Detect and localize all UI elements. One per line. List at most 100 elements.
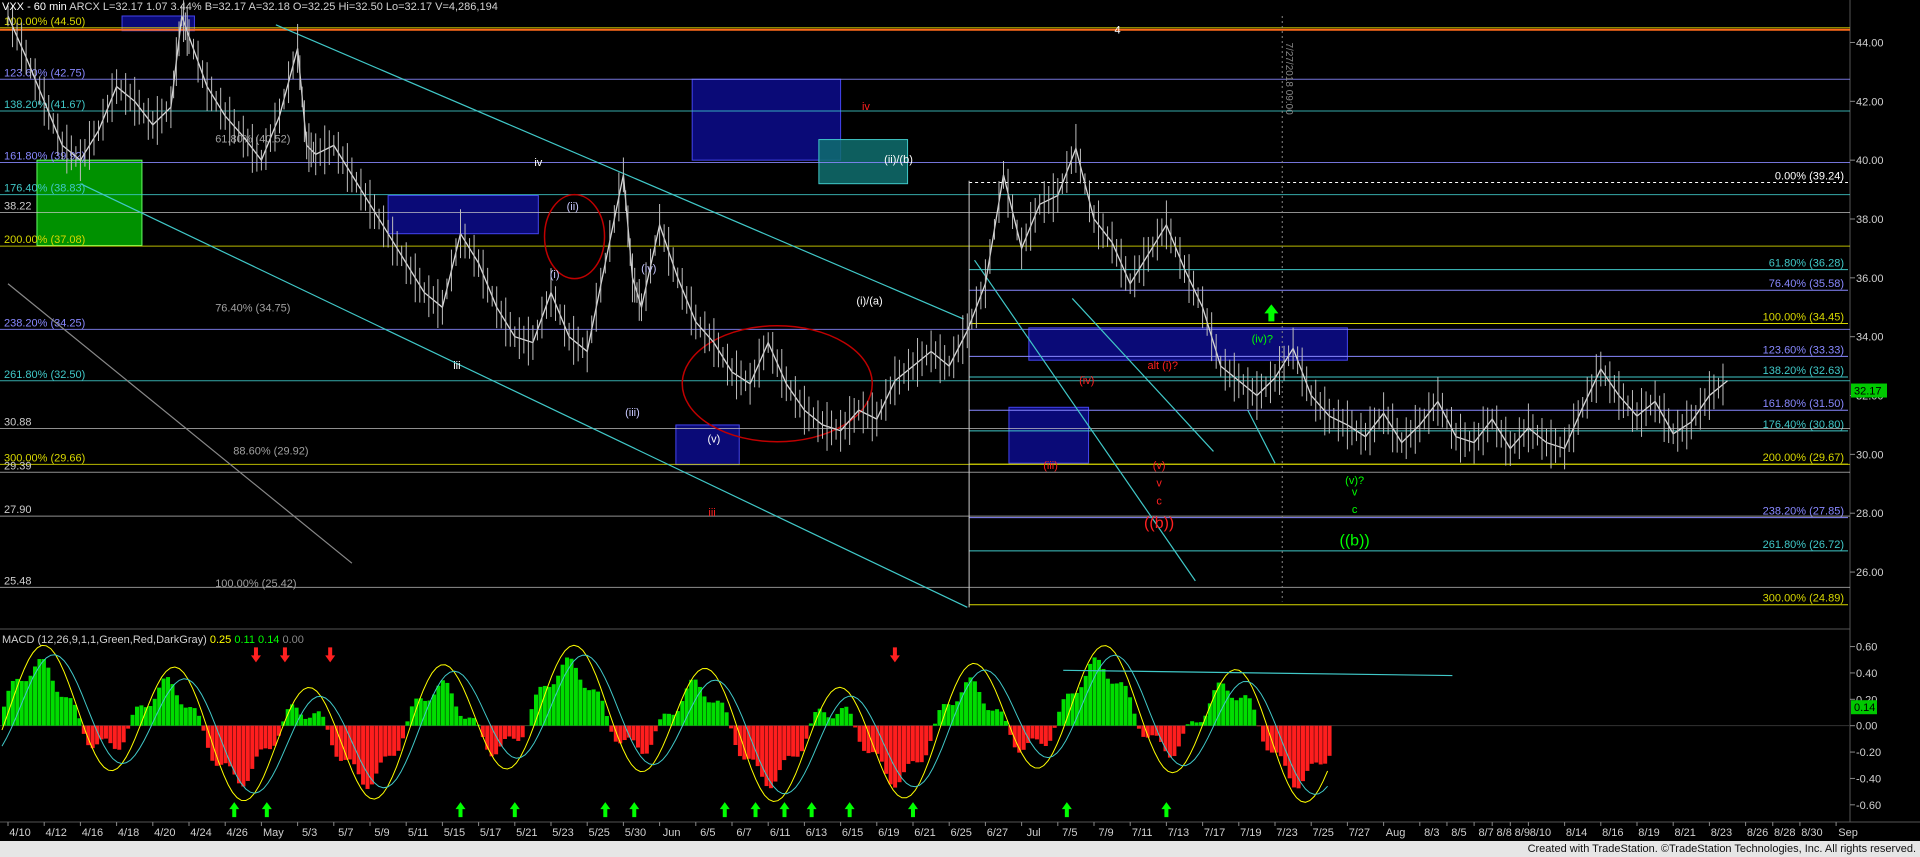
macd-bar [933, 723, 937, 726]
macd-bar [893, 725, 898, 788]
macd-bar [520, 725, 525, 738]
wave-label: iii [708, 507, 715, 519]
macd-bar [1061, 699, 1066, 726]
macd-bar [458, 715, 463, 726]
macd-bar [689, 679, 694, 726]
macd-bar [1243, 695, 1248, 726]
fib-label: 100.00% (34.45) [1763, 311, 1844, 323]
x-tick-label: 8/16 [1602, 827, 1623, 839]
macd-bar [862, 725, 867, 751]
last-price-label: 32.17 [1854, 386, 1882, 398]
macd-bar [502, 725, 507, 739]
fib-label: 138.20% (32.63) [1763, 365, 1844, 377]
macd-bar [1300, 725, 1305, 782]
wave-label: (iv)? [1252, 334, 1273, 346]
wave-label: c [1156, 495, 1162, 507]
price-chart[interactable]: 100.00% (44.50)123.60% (42.75)138.20% (4… [0, 0, 1920, 857]
macd-bar [560, 664, 565, 726]
x-tick-label: 7/17 [1204, 827, 1225, 839]
open: O=32.25 [292, 1, 336, 13]
wave-label: (iv) [1079, 375, 1094, 387]
wave-label: (iii) [1043, 460, 1058, 472]
x-tick-label: 8/21 [1674, 827, 1695, 839]
macd-tick-label: -0.60 [1856, 800, 1881, 812]
macd-bar [1318, 725, 1323, 765]
macd-bar [848, 713, 853, 726]
macd-bar [1265, 725, 1270, 751]
macd-bar [591, 689, 596, 726]
x-tick-label: Jun [663, 827, 681, 839]
macd-bar [919, 725, 924, 763]
macd-bar [254, 725, 259, 757]
fib-label: 61.80% (36.28) [1769, 258, 1844, 270]
x-tick-label: 5/3 [302, 827, 317, 839]
x-tick-label: 4/10 [9, 827, 30, 839]
x-tick-label: 5/17 [480, 827, 501, 839]
x-tick-label: 8/10 [1530, 827, 1551, 839]
macd-bar [174, 695, 179, 726]
macd-bar [130, 714, 135, 726]
x-tick-label: 4/12 [45, 827, 66, 839]
ask: A=32.18 [248, 1, 290, 13]
x-tick-label: 5/30 [625, 827, 646, 839]
x-tick-label: 8/9 [1515, 827, 1530, 839]
bid: B=32.17 [204, 1, 247, 13]
wave-label: (i)/(a) [856, 295, 882, 307]
fib-label: 176.40% (30.80) [1763, 419, 1844, 431]
macd-bar [839, 708, 844, 726]
x-tick-label: 7/9 [1098, 827, 1113, 839]
y-tick-label: 26.00 [1856, 567, 1884, 579]
x-tick-label: 4/18 [118, 827, 139, 839]
wave-label: alt (i)? [1147, 360, 1178, 372]
macd-bar [906, 725, 911, 764]
fib-label: 161.80% (31.50) [1763, 398, 1844, 410]
macd-bar [41, 659, 46, 726]
macd-bar [1172, 725, 1177, 757]
macd-bar [454, 706, 459, 726]
macd-bar [573, 667, 578, 726]
macd-bar [1252, 709, 1257, 726]
macd-bar [516, 725, 521, 741]
copyright-text: Created with TradeStation. ©TradeStation… [1527, 843, 1916, 855]
macd-bar [374, 725, 379, 774]
macd-bar [569, 658, 574, 726]
macd-label: MACD (12,26,9,1,1,Green,Red,DarkGray) [2, 634, 207, 646]
macd-bar [1039, 725, 1044, 744]
macd-bar [436, 685, 441, 726]
x-tick-label: 5/9 [374, 827, 389, 839]
x-tick-label: 4/20 [154, 827, 175, 839]
y-tick-label: 36.00 [1856, 273, 1884, 285]
macd-bar [596, 691, 601, 726]
macd-bar [937, 710, 942, 726]
macd-bar [33, 666, 38, 726]
macd-bar [1190, 721, 1195, 726]
macd-bar [1132, 713, 1137, 726]
y-tick-label: 40.00 [1856, 155, 1884, 167]
macd-bar [392, 725, 397, 756]
macd-bar [995, 709, 1000, 726]
macd-bar [1048, 725, 1053, 741]
x-tick-label: 6/11 [770, 827, 791, 839]
macd-bar [241, 725, 246, 787]
x-tick-label: 8/5 [1451, 827, 1466, 839]
macd-bar [228, 725, 233, 767]
macd-bar [1101, 668, 1106, 726]
macd-bar [24, 681, 29, 726]
macd-bar [1083, 675, 1088, 726]
fib-label: 100.00% (25.42) [215, 578, 296, 590]
macd-bar [219, 725, 224, 765]
x-tick-label: 5/11 [408, 827, 429, 839]
x-tick-label: 5/25 [588, 827, 609, 839]
wave-label: iii [453, 360, 460, 372]
fib-label: 261.80% (26.72) [1763, 539, 1844, 551]
macd-value-3: 0.14 [258, 634, 280, 646]
macd-bar [578, 679, 583, 726]
macd-bar [383, 725, 388, 757]
macd-tick-label: 0.40 [1856, 668, 1877, 680]
x-tick-label: 7/11 [1132, 827, 1153, 839]
macd-bar [1043, 725, 1048, 747]
macd-bar [325, 725, 330, 730]
macd-bar [432, 694, 437, 726]
x-tick-label: 8/3 [1424, 827, 1439, 839]
macd-bar [1110, 683, 1115, 726]
